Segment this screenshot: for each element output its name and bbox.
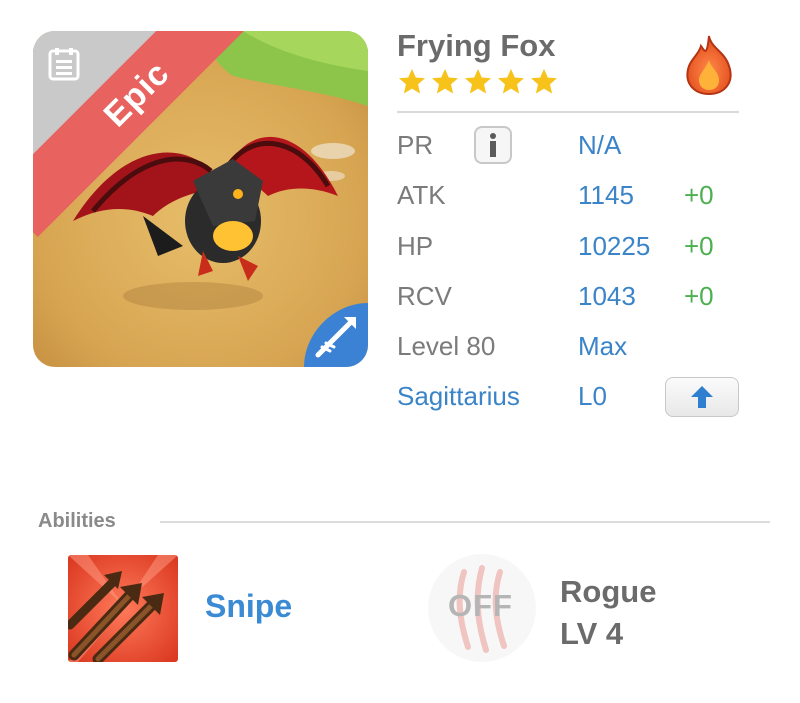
star-icon xyxy=(432,69,458,94)
stat-row-hp: HP 10225 +0 xyxy=(397,231,742,271)
stat-value-level: Max xyxy=(578,331,628,361)
abilities-title: Abilities xyxy=(38,510,116,532)
star-icon xyxy=(531,69,557,94)
info-icon xyxy=(490,133,496,157)
stat-label-hp: HP xyxy=(397,231,434,261)
star-icon xyxy=(498,69,524,94)
stat-bonus-atk: +0 xyxy=(684,180,714,210)
ability-status: OFF xyxy=(448,588,513,623)
stat-row-pr: PR N/A xyxy=(397,126,742,170)
stat-row-atk: ATK 1145 +0 xyxy=(397,180,742,220)
upgrade-button[interactable] xyxy=(665,377,739,417)
star-icon xyxy=(465,69,491,94)
notes-icon[interactable] xyxy=(46,46,82,82)
unit-portrait[interactable]: Epic xyxy=(33,31,368,367)
stat-label-level: Level 80 xyxy=(397,331,496,361)
stat-bonus-rcv: +0 xyxy=(684,281,714,311)
snipe-ability-name[interactable]: Snipe xyxy=(205,588,292,625)
stat-label-atk: ATK xyxy=(397,180,446,210)
header-divider xyxy=(397,111,739,113)
stat-label-pr: PR xyxy=(397,130,434,160)
stat-label-rcv: RCV xyxy=(397,281,452,311)
snipe-arrows-icon xyxy=(68,555,178,662)
stat-row-sign: Sagittarius L0 xyxy=(397,377,742,421)
stat-value-sign: L0 xyxy=(578,381,607,411)
abilities-divider xyxy=(160,521,770,523)
star-rating xyxy=(397,67,559,97)
stat-row-level: Level 80 Max xyxy=(397,331,742,371)
stat-bonus-hp: +0 xyxy=(684,231,714,261)
stat-value-rcv: 1043 xyxy=(578,281,636,311)
rogue-ability-level: LV 4 xyxy=(560,616,624,651)
snipe-ability-button[interactable] xyxy=(68,555,178,662)
stat-value-pr: N/A xyxy=(578,130,622,160)
star-icon xyxy=(399,69,425,94)
stat-value-atk: 1145 xyxy=(578,180,634,210)
unit-name: Frying Fox xyxy=(397,28,556,63)
archer-arrow-icon xyxy=(304,303,368,367)
zodiac-sign-link[interactable]: Sagittarius xyxy=(397,381,520,412)
info-button[interactable] xyxy=(474,126,512,164)
up-arrow-icon xyxy=(691,386,713,408)
rogue-ability-name: Rogue xyxy=(560,574,657,609)
stat-row-rcv: RCV 1043 +0 xyxy=(397,281,742,321)
fire-icon xyxy=(686,35,732,96)
stat-value-hp: 10225 xyxy=(578,231,651,261)
